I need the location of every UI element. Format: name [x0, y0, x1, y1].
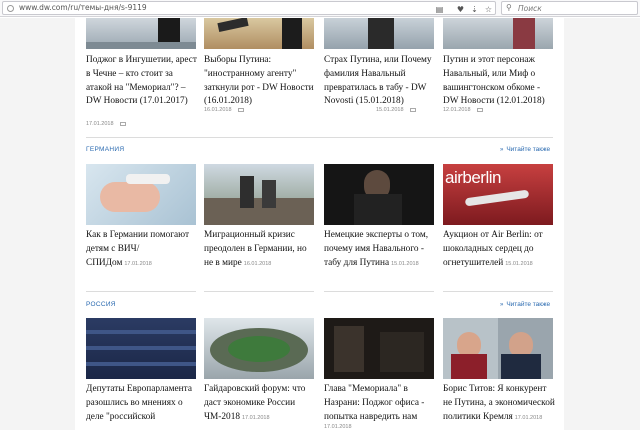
- reader-icon[interactable]: ▤: [435, 5, 444, 14]
- video-icon: [476, 107, 483, 112]
- divider: [204, 291, 314, 292]
- article-title[interactable]: Борис Титов: Я конкурент не Путина, а эк…: [443, 383, 555, 425]
- chevron-right-icon: »: [500, 147, 504, 153]
- chevron-right-icon: »: [500, 302, 504, 308]
- search-icon: ⚲: [506, 3, 512, 12]
- divider: [443, 291, 553, 292]
- article-thumbnail[interactable]: [324, 164, 434, 225]
- video-icon: [119, 121, 126, 126]
- read-more-link[interactable]: » Читайте также: [500, 146, 550, 153]
- article-date: 16.01.2018: [204, 107, 244, 113]
- download-icon[interactable]: ⇣: [470, 5, 479, 14]
- browser-toolbar: www.dw.com/ru/темы-дня/s-9119 ▤ ♥ ⇣ ☆ ⚲ …: [0, 0, 640, 17]
- airberlin-logo: airberlin: [445, 168, 501, 187]
- article-thumbnail[interactable]: [324, 318, 434, 379]
- section-label-germany[interactable]: ГЕРМАНИЯ: [86, 146, 124, 153]
- article-title[interactable]: Глава "Мемориала" в Назрани: Поджог офис…: [324, 383, 436, 424]
- article-thumbnail[interactable]: [204, 318, 314, 379]
- article-date: 16.01.2018: [243, 260, 272, 267]
- article-date: 17.01.2018: [514, 414, 543, 421]
- search-bar[interactable]: ⚲ Поиск: [501, 1, 638, 15]
- section-label-russia[interactable]: РОССИЯ: [86, 301, 116, 308]
- divider: [86, 137, 553, 138]
- pocket-icon[interactable]: ♥: [456, 5, 465, 14]
- article-date: 15.01.2018: [391, 260, 419, 267]
- article-date: 17.01.2018: [124, 260, 152, 267]
- search-placeholder[interactable]: Поиск: [518, 4, 542, 13]
- video-icon: [409, 107, 416, 112]
- divider: [324, 291, 434, 292]
- article-thumbnail[interactable]: [443, 318, 553, 379]
- divider: [86, 291, 196, 292]
- url-text[interactable]: www.dw.com/ru/темы-дня/s-9119: [19, 3, 147, 12]
- article-thumbnail[interactable]: [86, 18, 196, 49]
- article-title[interactable]: Миграционный кризис преодолен в Германии…: [204, 229, 316, 271]
- video-icon: [237, 107, 244, 112]
- article-title[interactable]: Страх Путина, или Почему фамилия Навальн…: [324, 54, 436, 109]
- article-date: 12.01.2018: [443, 107, 483, 113]
- article-title[interactable]: Поджог в Ингушетии, арест в Чечне – кто …: [86, 54, 198, 109]
- article-thumbnail[interactable]: [86, 318, 196, 379]
- article-title[interactable]: Гайдаровский форум: что даст экономике Р…: [204, 383, 316, 425]
- article-title[interactable]: Аукцион от Air Berlin: от шоколадных сер…: [443, 229, 555, 271]
- article-title[interactable]: Немецкие эксперты о том, почему имя Нава…: [324, 229, 436, 271]
- article-date: 17.01.2018: [324, 424, 352, 430]
- article-thumbnail[interactable]: [204, 164, 314, 225]
- article-date: 15.01.2018: [376, 107, 416, 113]
- article-title[interactable]: Путин и этот персонаж Навальный, или Миф…: [443, 54, 555, 109]
- star-icon[interactable]: ☆: [484, 5, 493, 14]
- article-thumbnail[interactable]: [204, 18, 314, 49]
- article-title[interactable]: Как в Германии помогают детям с ВИЧ/СПИД…: [86, 229, 198, 271]
- article-thumbnail[interactable]: airberlin: [443, 164, 553, 225]
- address-bar[interactable]: www.dw.com/ru/темы-дня/s-9119 ▤ ♥ ⇣ ☆: [2, 1, 496, 15]
- article-thumbnail[interactable]: [443, 18, 553, 49]
- article-date: 17.01.2018: [86, 121, 126, 127]
- article-date: 15.01.2018: [505, 260, 533, 267]
- article-thumbnail[interactable]: [324, 18, 434, 49]
- lock-icon: [7, 5, 14, 12]
- article-title[interactable]: Выборы Путина: "иностранному агенту" зат…: [204, 54, 316, 109]
- article-date: 17.01.2018: [242, 414, 270, 421]
- read-more-link[interactable]: » Читайте также: [500, 301, 550, 308]
- article-thumbnail[interactable]: [86, 164, 196, 225]
- article-title[interactable]: Депутаты Европарламента разошлись во мне…: [86, 383, 198, 424]
